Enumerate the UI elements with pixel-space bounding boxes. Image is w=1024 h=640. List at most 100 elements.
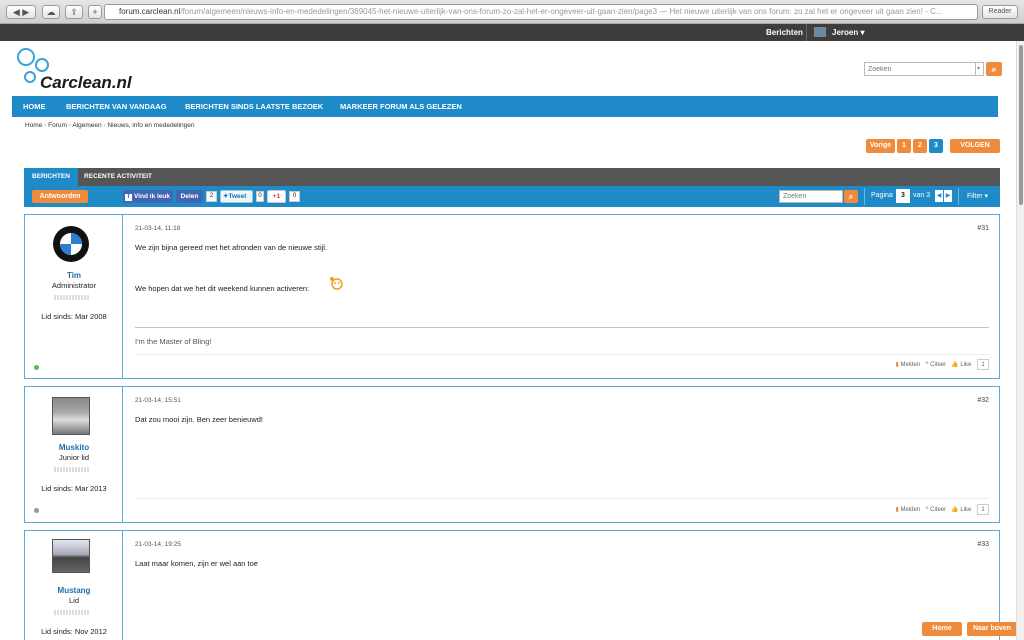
nav-sinds-laatste-bezoek[interactable]: BERICHTEN SINDS LAATSTE BEZOEK: [185, 102, 323, 111]
post-text-line: We zijn bijna gereed met het afronden va…: [135, 243, 328, 252]
thumbs-up-icon: 👍: [951, 507, 959, 513]
thread-search-input[interactable]: [779, 190, 843, 203]
prev-page-button[interactable]: Vorige: [866, 139, 895, 153]
quote-icon: ❝: [925, 362, 929, 368]
quote-link[interactable]: Citeer: [930, 362, 946, 368]
reload-icon[interactable]: ☁: [42, 5, 60, 19]
user-avatar: [814, 27, 826, 37]
quote-icon: ❝: [925, 507, 929, 513]
facebook-like-button[interactable]: f Vind ik leuk: [123, 190, 173, 203]
share-button[interactable]: Delen: [176, 190, 203, 203]
post-date: 21-03-14, 19:25: [135, 541, 181, 548]
post-number[interactable]: #32: [977, 397, 989, 404]
filter-menu[interactable]: Filter ▾: [967, 192, 988, 200]
report-link[interactable]: Melden: [901, 362, 921, 368]
thread-search-icon[interactable]: ⌕: [844, 190, 858, 203]
logo-text: Carclean.nl: [40, 73, 132, 92]
breadcrumb-separator-icon: ›: [44, 122, 47, 129]
post-text-line: We hopen dat we het dit weekend kunnen a…: [135, 284, 310, 293]
topbar-berichten-link[interactable]: Berichten: [766, 28, 803, 37]
page-prev-arrow-icon[interactable]: ◀: [935, 190, 943, 202]
topbar-username: Jeroen: [832, 28, 859, 37]
smiley-icon: [327, 275, 345, 291]
share-icon[interactable]: ⇪: [65, 5, 83, 19]
car-avatar-icon[interactable]: [52, 397, 90, 435]
post-32: Muskito Junior lid Lid sinds: Mar 2013 2…: [24, 386, 1000, 523]
post-footer-divider: [135, 354, 989, 355]
report-icon: ▮: [895, 507, 899, 513]
post-text-line: Laat maar komen, zijn er wel aan toe: [135, 559, 258, 568]
url-host: forum.carclean.nl: [119, 7, 181, 16]
topbar-divider: [806, 24, 807, 41]
thumbs-up-icon: 👍: [951, 362, 959, 368]
online-status-icon: [34, 365, 39, 370]
topbar-user-menu[interactable]: Jeroen ▾: [832, 28, 864, 37]
author-name[interactable]: Mustang: [25, 586, 123, 595]
post-31: Tim Administrator Lid sinds: Mar 2008 21…: [24, 214, 1000, 379]
breadcrumb-separator-icon: ›: [68, 122, 71, 129]
post-actions: ▮ Melden ❝ Citeer 👍 Like 1: [896, 504, 989, 515]
breadcrumb-home[interactable]: Home: [25, 122, 42, 129]
browser-toolbar: ◀ ▶ ☁ ⇪ + forum.carclean.nl/forum/algeme…: [0, 0, 1024, 24]
like-count: 1: [977, 359, 989, 370]
post-33: Mustang Lid Lid sinds: Nov 2012 21-03-14…: [24, 530, 1000, 640]
site-logo[interactable]: Carclean.nl: [16, 47, 132, 93]
like-link[interactable]: Like: [960, 507, 971, 513]
reply-button[interactable]: Antwoorden: [32, 190, 88, 203]
follow-button[interactable]: VOLGEN: [950, 139, 1000, 153]
chevron-down-icon: ▾: [860, 28, 865, 37]
page-next-arrow-icon[interactable]: ▶: [944, 190, 952, 202]
nav-markeer-gelezen[interactable]: MARKEER FORUM ALS GELEZEN: [340, 102, 462, 111]
post-author-panel: Muskito Junior lid Lid sinds: Mar 2013: [25, 387, 123, 522]
like-link[interactable]: Like: [960, 362, 971, 368]
address-bar[interactable]: forum.carclean.nl/forum/algemeen/nieuws-…: [104, 4, 978, 20]
page-1-button[interactable]: 1: [897, 139, 911, 153]
breadcrumb-nieuws[interactable]: Nieuws, info en mededelingen: [107, 122, 194, 129]
rank-bar: [54, 467, 90, 472]
page-of-label: van 3: [913, 192, 931, 199]
page-scrollbar[interactable]: [1016, 41, 1024, 640]
header-search-input[interactable]: [864, 62, 976, 76]
search-icon[interactable]: ⌕: [986, 62, 1002, 76]
back-forward-buttons[interactable]: ◀ ▶: [6, 5, 36, 19]
share-count: 2: [206, 191, 217, 202]
tweet-button[interactable]: ✦Tweet: [220, 190, 253, 203]
filter-label: Filter: [967, 193, 983, 200]
member-since: Lid sinds: Nov 2012: [41, 627, 107, 636]
new-tab-icon[interactable]: +: [88, 5, 102, 19]
tab-recente-activiteit[interactable]: RECENTE ACTIVITEIT: [84, 168, 152, 186]
quote-link[interactable]: Citeer: [930, 507, 946, 513]
tab-berichten[interactable]: BERICHTEN: [24, 168, 78, 186]
fb-like-label: Vind ik leuk: [134, 193, 171, 200]
search-dropdown-icon[interactable]: ▾: [974, 62, 984, 76]
page-3-button[interactable]: 3: [929, 139, 943, 153]
nav-berichten-vandaag[interactable]: BERICHTEN VAN VANDAAG: [66, 102, 167, 111]
google-plus-button[interactable]: +1: [267, 190, 286, 203]
gplus-count: 0: [289, 191, 300, 202]
bmw-avatar-icon[interactable]: [52, 225, 90, 263]
page-2-button[interactable]: 2: [913, 139, 927, 153]
rank-bar: [54, 610, 90, 615]
home-button[interactable]: Home: [922, 622, 962, 636]
tweet-count: 0: [256, 191, 264, 202]
back-to-top-button[interactable]: Naar boven: [967, 622, 1017, 636]
author-role: Administrator: [51, 281, 97, 290]
post-author-panel: Mustang Lid Lid sinds: Nov 2012: [25, 531, 123, 640]
facebook-icon: f: [125, 194, 132, 201]
author-name[interactable]: Tim: [25, 271, 123, 280]
reader-button[interactable]: Reader: [982, 5, 1018, 19]
report-link[interactable]: Melden: [901, 507, 921, 513]
breadcrumb-forum[interactable]: Forum: [48, 122, 67, 129]
post-number[interactable]: #31: [977, 225, 989, 232]
breadcrumb: Home › Forum › Algemeen › Nieuws, info e…: [25, 122, 195, 129]
post-number[interactable]: #33: [977, 541, 989, 548]
signature-divider: [135, 327, 989, 328]
breadcrumb-separator-icon: ›: [103, 122, 106, 129]
author-name[interactable]: Muskito: [25, 443, 123, 452]
breadcrumb-algemeen[interactable]: Algemeen: [72, 122, 101, 129]
page-number-input[interactable]: 3: [896, 189, 910, 203]
post-actions: ▮ Melden ❝ Citeer 👍 Like 1: [896, 359, 989, 370]
car-avatar-icon[interactable]: [52, 539, 90, 573]
nav-home[interactable]: HOME: [23, 102, 46, 111]
scrollbar-thumb[interactable]: [1019, 45, 1023, 205]
